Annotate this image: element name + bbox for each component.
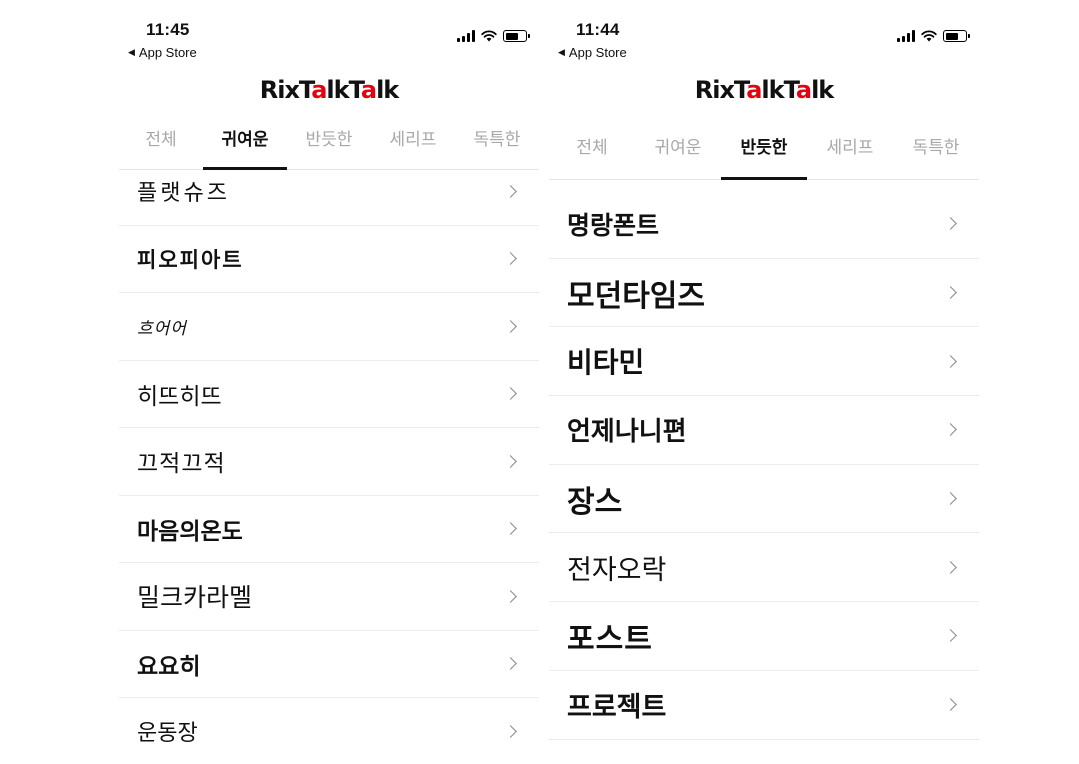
back-to-app-store[interactable]: ◀ App Store (558, 45, 627, 60)
chevron-right-icon (944, 354, 957, 368)
phone-screen-left: 11:45 ◀ App Store RixTalkTalk 전체 귀여운 반듯한… (119, 0, 539, 764)
battery-icon (943, 30, 970, 42)
logo-text-1: RixT (259, 76, 312, 104)
back-label: App Store (568, 45, 627, 60)
list-item[interactable]: 플랫슈즈 (119, 158, 539, 226)
wifi-icon (481, 30, 497, 42)
chevron-right-icon (944, 560, 957, 574)
logo-text-3: lk (811, 76, 834, 104)
back-label: App Store (138, 45, 197, 60)
list-item[interactable]: 마음의온도 (119, 496, 539, 563)
font-name: 플랫슈즈 (137, 181, 230, 207)
status-icons (897, 30, 970, 42)
list-item[interactable]: 밀크카라멜 (119, 563, 539, 631)
font-name: 장스 (567, 484, 623, 520)
logo-text-2: lkT (326, 76, 361, 104)
font-list: 플랫슈즈 피오피아트 흐어어 히뜨히뜨 끄적끄적 마음의온도 밀크카라멜 요요히… (119, 158, 539, 764)
back-triangle-icon: ◀ (128, 47, 135, 57)
phone-screen-right: 11:44 ◀ App Store RixTalkTalk 전체 귀여운 반듯한… (549, 0, 979, 764)
chevron-right-icon (504, 522, 517, 536)
font-name: 비타민 (567, 346, 645, 380)
font-name: 흐어어 (137, 318, 187, 339)
list-item[interactable]: 흐어어 (119, 293, 539, 361)
app-logo: RixTalkTalk (119, 70, 539, 110)
list-item[interactable]: 운동장 (119, 698, 539, 764)
font-name: 요요히 (137, 653, 201, 680)
list-item[interactable]: 장스 (549, 465, 979, 534)
status-bar: 11:45 ◀ App Store (119, 0, 539, 70)
list-item[interactable]: 끄적끄적 (119, 428, 539, 496)
chevron-right-icon (944, 286, 957, 299)
font-name: 모던타임즈 (567, 278, 705, 314)
font-name: 피오피아트 (137, 247, 244, 272)
logo-accent-2: a (795, 76, 812, 104)
chevron-right-icon (504, 657, 517, 671)
logo-accent-2: a (360, 76, 377, 104)
chevron-right-icon (504, 589, 517, 603)
chevron-right-icon (944, 217, 957, 231)
tab-unique[interactable]: 독특한 (893, 116, 979, 179)
chevron-right-icon (944, 492, 957, 505)
logo-text-3: lk (376, 76, 399, 104)
cellular-signal-icon (457, 30, 475, 42)
list-item[interactable]: 모던타임즈 (549, 259, 979, 328)
font-name: 마음의온도 (137, 518, 243, 545)
status-time: 11:45 (146, 20, 190, 39)
font-name: 명랑폰트 (567, 210, 660, 240)
font-name: 끄적끄적 (137, 451, 226, 478)
battery-icon (503, 30, 530, 42)
chevron-right-icon (504, 184, 517, 198)
chevron-right-icon (504, 319, 517, 333)
font-name: 프로젝트 (567, 692, 667, 724)
font-name: 언제나니편 (567, 417, 687, 448)
list-item[interactable]: 비타민 (549, 327, 979, 397)
back-to-app-store[interactable]: ◀ App Store (128, 45, 197, 60)
logo-accent-1: a (746, 76, 762, 104)
font-name: 밀크카라멜 (137, 583, 253, 613)
wifi-icon (921, 30, 937, 42)
chevron-right-icon (944, 423, 957, 437)
tab-serif[interactable]: 세리프 (807, 116, 893, 179)
list-item[interactable]: 프로젝트 (549, 671, 979, 740)
status-icons (457, 30, 530, 42)
list-item[interactable]: 전자오락 (549, 533, 979, 603)
tab-cute[interactable]: 귀여운 (635, 116, 721, 179)
list-item[interactable]: 명랑폰트 (549, 190, 979, 259)
list-item[interactable]: 언제나니편 (549, 396, 979, 465)
cellular-signal-icon (897, 30, 915, 42)
font-name: 히뜨히뜨 (137, 383, 222, 410)
chevron-right-icon (504, 724, 517, 738)
tab-neat[interactable]: 반듯한 (721, 116, 807, 180)
status-bar: 11:44 ◀ App Store (549, 0, 979, 64)
font-list: 명랑폰트 모던타임즈 비타민 언제나니편 장스 전자오락 포스트 프로젝트 (549, 190, 979, 740)
chevron-right-icon (944, 629, 957, 643)
list-item[interactable]: 피오피아트 (119, 226, 539, 293)
list-item[interactable]: 히뜨히뜨 (119, 361, 539, 428)
chevron-right-icon (944, 698, 957, 712)
logo-accent-1: a (311, 76, 327, 104)
category-tabs: 전체 귀여운 반듯한 세리프 독특한 (549, 116, 979, 180)
chevron-right-icon (504, 454, 517, 468)
chevron-right-icon (504, 387, 517, 401)
font-name: 운동장 (137, 721, 198, 747)
chevron-right-icon (504, 252, 517, 266)
back-triangle-icon: ◀ (558, 47, 565, 57)
app-logo: RixTalkTalk (549, 64, 979, 116)
list-item[interactable]: 포스트 (549, 602, 979, 671)
font-name: 전자오락 (567, 554, 667, 586)
logo-text-1: RixT (694, 76, 747, 104)
tab-all[interactable]: 전체 (549, 116, 635, 179)
logo-text-2: lkT (761, 76, 796, 104)
list-item[interactable]: 요요히 (119, 631, 539, 698)
status-time: 11:44 (576, 20, 620, 39)
font-name: 포스트 (567, 621, 653, 657)
